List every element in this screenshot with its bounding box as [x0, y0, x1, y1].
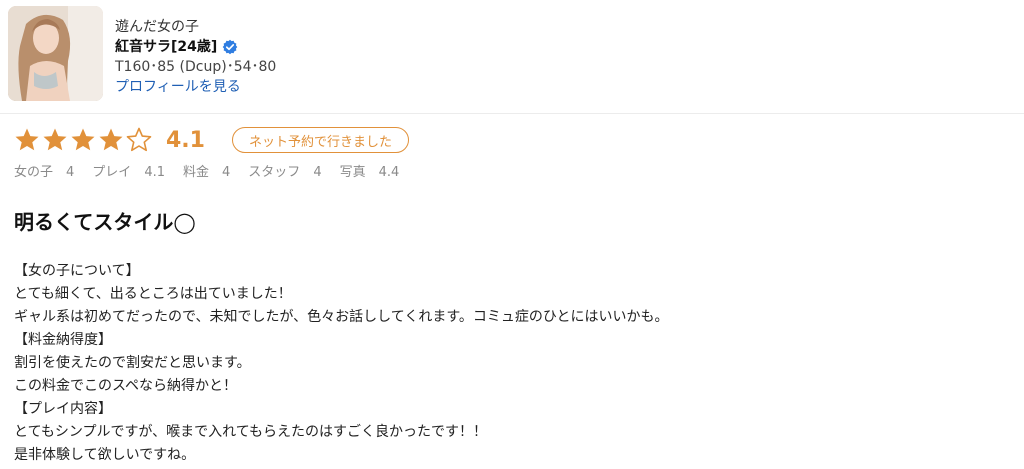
star-filled-icon — [14, 127, 40, 153]
subscore-value: 4.4 — [378, 165, 400, 180]
review-line: 【女の子について】 — [14, 263, 140, 279]
subscores: 女の子 4 プレイ 4.1 料金 4 スタッフ 4 写真 4.4 — [14, 161, 417, 180]
divider — [0, 113, 1024, 114]
section-label: 遊んだ女の子 — [115, 19, 199, 35]
reservation-badge: ネット予約で行きました — [231, 127, 409, 153]
subscore-label: スタッフ — [248, 165, 301, 180]
review-line: 割引を使えたので割安だと思います。 — [14, 355, 251, 371]
review-line: 【料金納得度】 — [14, 332, 112, 348]
review-title: 明るくてスタイル◯ — [14, 210, 196, 234]
subscore-item: スタッフ 4 — [248, 161, 321, 180]
review-line: とても細くて、出るところは出ていました！ — [14, 286, 292, 302]
subscore-value: 4.1 — [144, 165, 165, 180]
subscore-value: 4 — [222, 165, 231, 180]
body-stats: T160･85 (Dcup)･54･80 — [115, 59, 277, 75]
avatar-image — [8, 6, 103, 101]
star-filled-icon — [42, 127, 68, 153]
verified-check-icon — [222, 39, 238, 55]
view-profile-link[interactable]: プロフィールを見る — [115, 79, 241, 95]
subscore-label: プレイ — [92, 165, 132, 180]
review-line: ギャル系は初めてだったので、未知でしたが、色々お話ししてくれます。コミュ症のひと… — [14, 309, 669, 325]
girl-name-row: 紅音サラ[24歳] — [115, 37, 276, 57]
star-rating — [14, 127, 154, 153]
subscore-item: 料金 4 — [183, 161, 230, 180]
subscore-value: 4 — [313, 165, 322, 180]
review-body: 【女の子について】とても細くて、出るところは出ていました！ ギャル系は初めてだった… — [14, 260, 1004, 467]
subscore-item: プレイ 4.1 — [92, 161, 165, 180]
subscore-label: 女の子 — [14, 165, 54, 180]
subscore-item: 女の子 4 — [14, 161, 74, 180]
profile-card[interactable]: 遊んだ女の子 紅音サラ[24歳] T160･85 (Dcup)･54･80 プロ… — [8, 6, 1016, 102]
subscore-label: 料金 — [183, 165, 210, 180]
subscore-item: 写真 4.4 — [340, 161, 400, 180]
review-line: この料金でこのスペなら納得かと！ — [14, 378, 238, 394]
avatar[interactable] — [8, 6, 103, 101]
girl-name[interactable]: 紅音サラ[24歳] — [115, 37, 217, 57]
review-line: 【プレイ内容】 — [14, 401, 112, 417]
rating-row: 4.1 ネット予約で行きました — [14, 124, 409, 156]
subscore-label: 写真 — [339, 165, 366, 180]
review-line: とてもシンプルですが、喉まで入れてもらえたのはすごく良かったです！！ — [14, 424, 488, 440]
review-line: 是非体験して欲しいですね。 — [14, 447, 196, 463]
star-outline-icon — [126, 127, 152, 153]
subscore-value: 4 — [66, 165, 75, 180]
star-filled-icon — [70, 127, 96, 153]
rating-score: 4.1 — [166, 127, 205, 153]
star-filled-icon — [98, 127, 124, 153]
